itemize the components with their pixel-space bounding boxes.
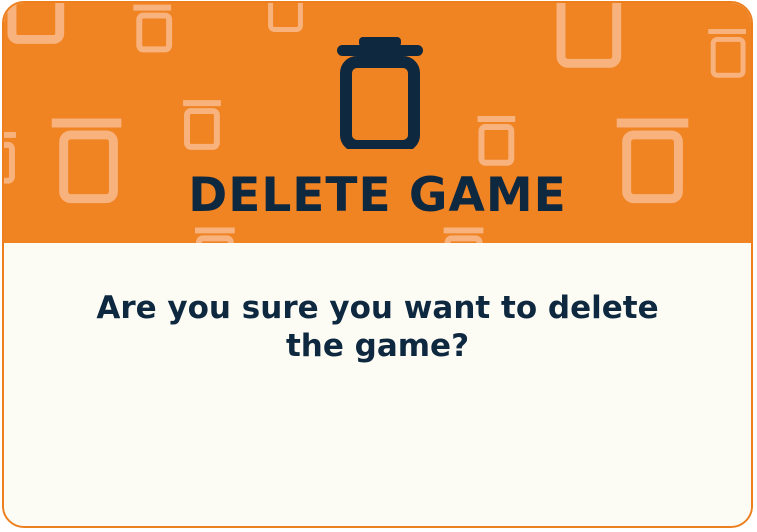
bg-trash-icon <box>556 3 622 68</box>
dialog-header: DELETE GAME <box>4 3 751 243</box>
bg-trash-icon <box>183 100 221 150</box>
bg-trash-icon <box>477 116 516 166</box>
dialog-title: DELETE GAME <box>188 168 567 223</box>
bg-trash-icon <box>443 227 484 243</box>
bg-trash-icon <box>194 227 235 243</box>
bg-trash-icon <box>268 3 303 32</box>
dialog-body: Are you sure you want to delete the game… <box>4 243 751 526</box>
trash-icon <box>337 37 423 149</box>
delete-game-dialog: DELETE GAME Are you sure you want to del… <box>2 1 753 528</box>
bg-trash-icon <box>7 3 65 44</box>
confirmation-message: Are you sure you want to delete the game… <box>96 290 659 364</box>
bg-trash-icon <box>133 4 173 53</box>
bg-trash-icon <box>708 29 747 78</box>
